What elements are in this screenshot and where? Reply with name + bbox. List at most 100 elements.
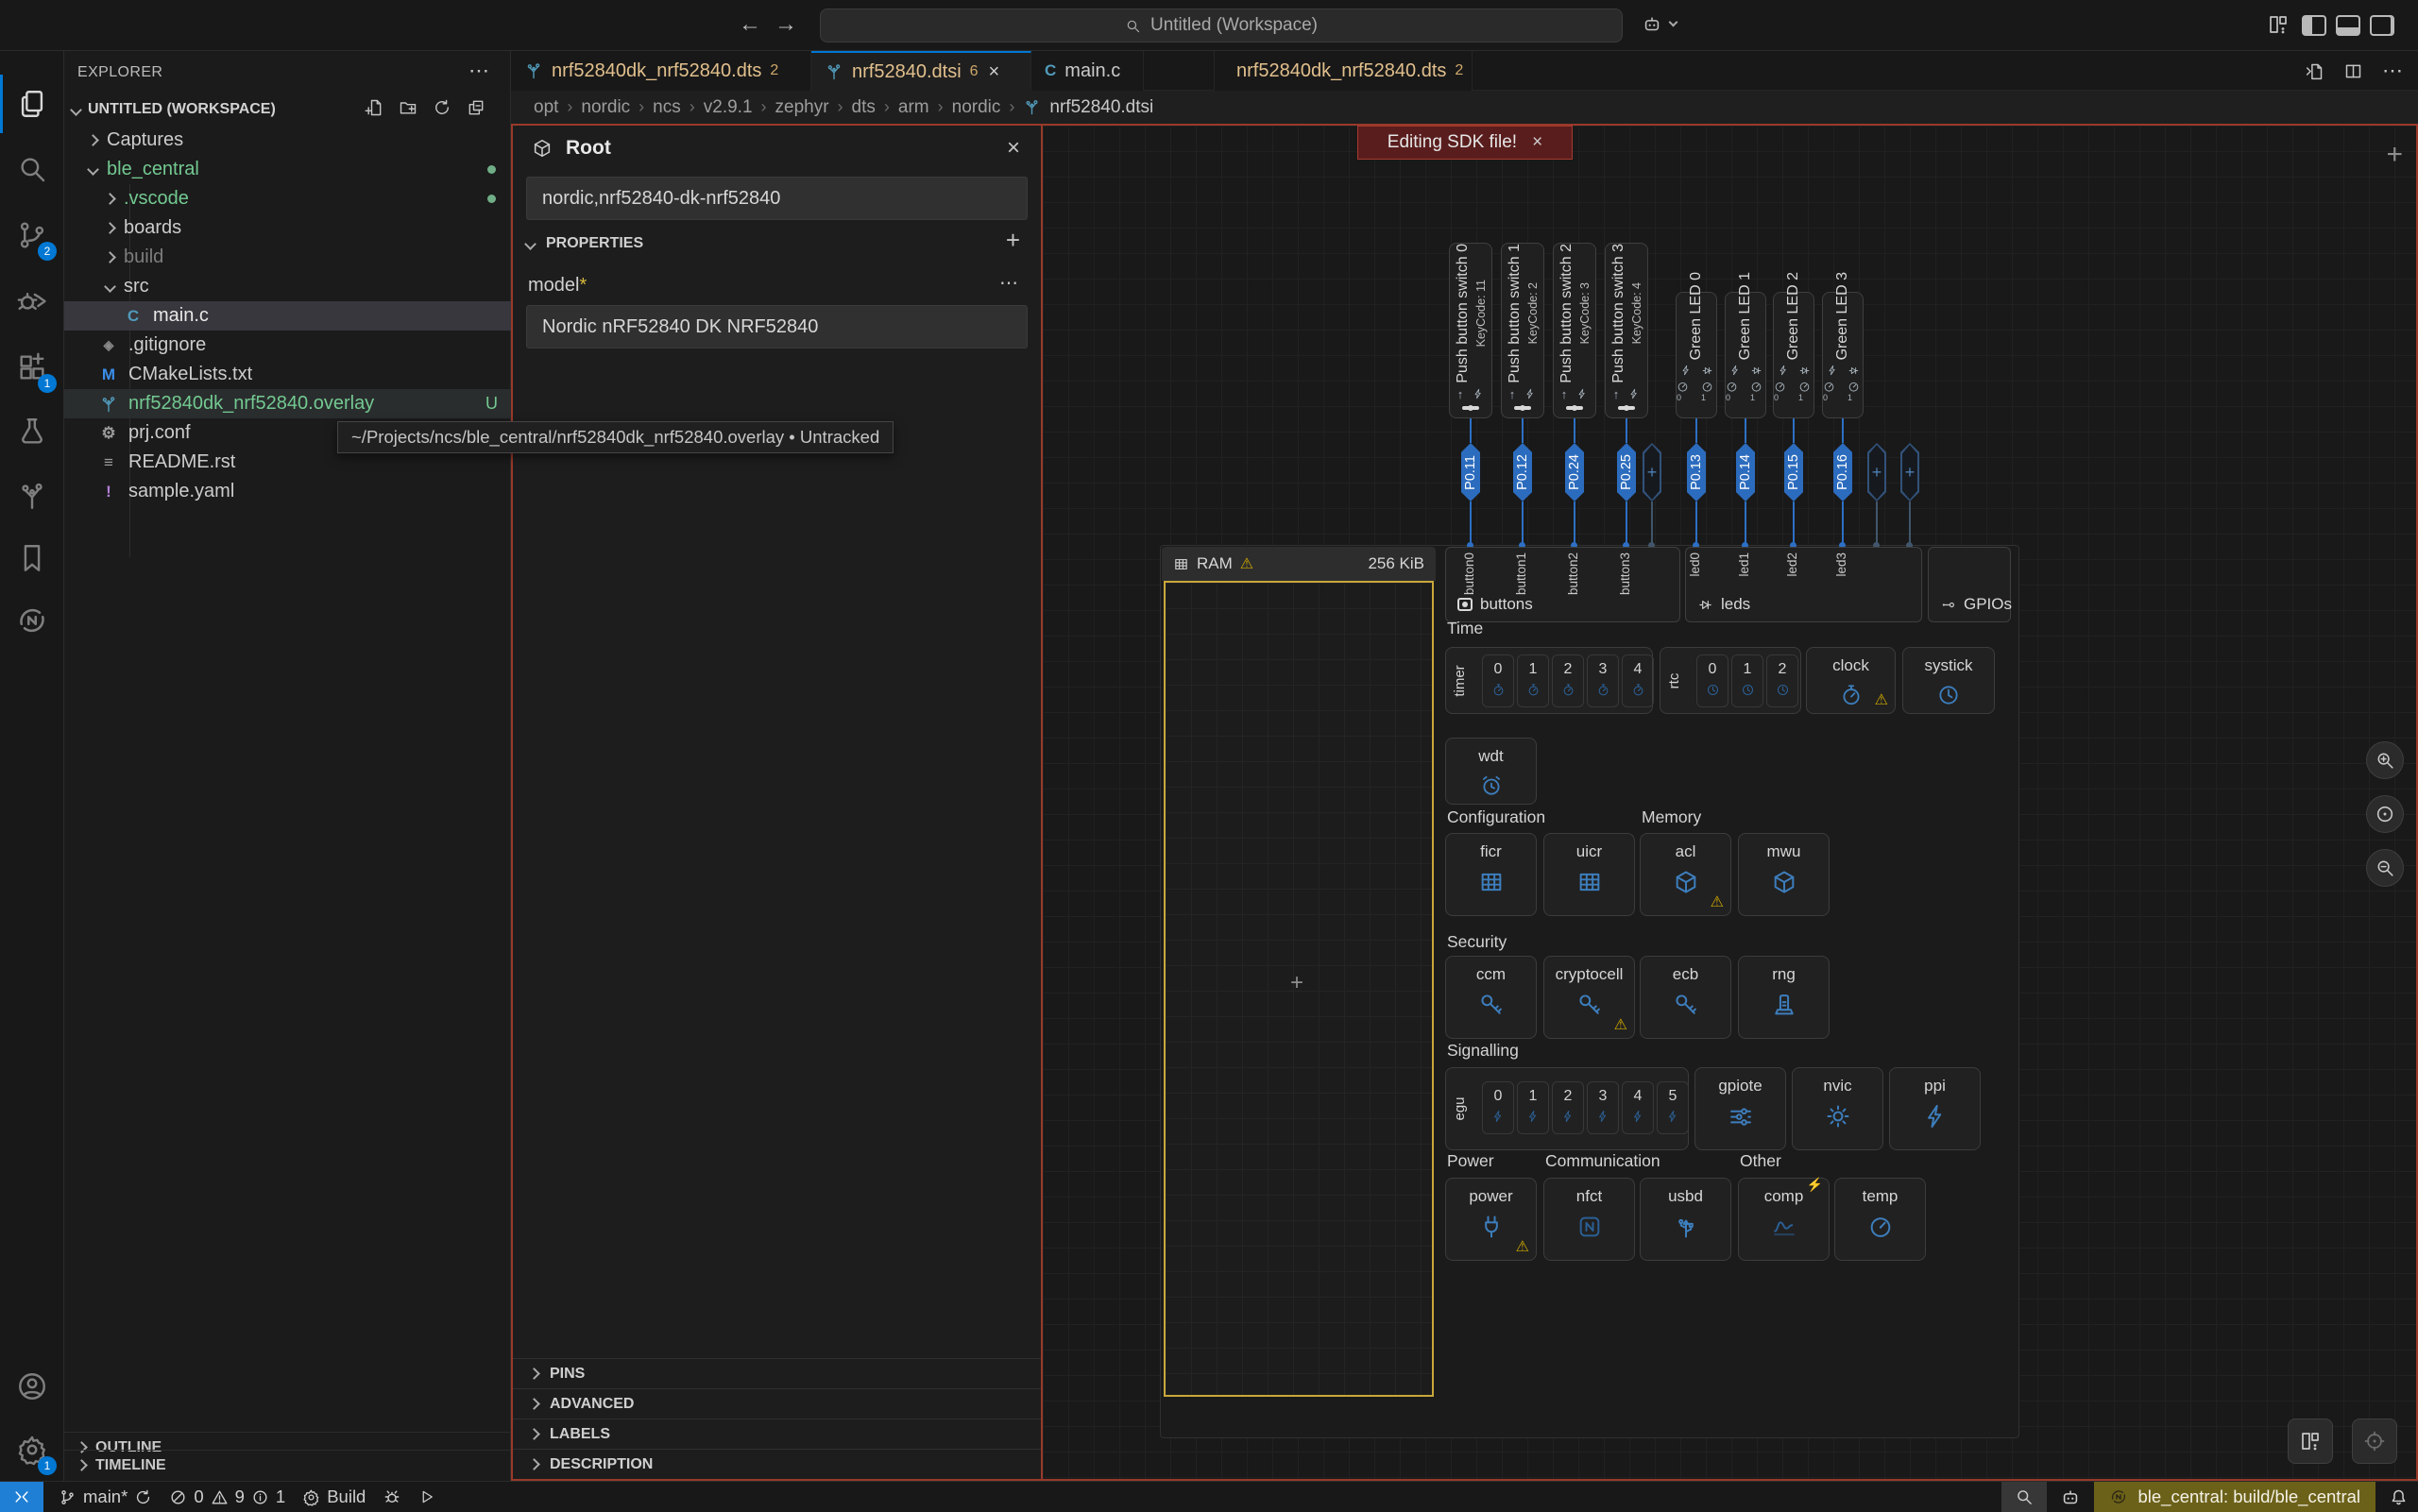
pin-p0-24[interactable]: P0.24: [1565, 443, 1584, 501]
timeline-section[interactable]: TIMELINE: [64, 1450, 510, 1480]
activity-devicetree[interactable]: [0, 467, 64, 525]
node-leds[interactable]: leds: [1685, 547, 1922, 622]
compatible-input[interactable]: nordic,nrf52840-dk-nrf52840: [526, 177, 1028, 220]
node-temp[interactable]: temp: [1834, 1178, 1926, 1261]
rtc-1[interactable]: 1: [1731, 654, 1763, 707]
toggle-secondary-sidebar-icon[interactable]: [2370, 15, 2394, 36]
tree-item-build[interactable]: build: [64, 243, 511, 272]
node-cryptocell[interactable]: cryptocell⚠: [1543, 956, 1635, 1039]
breadcrumb-item[interactable]: nordic: [952, 97, 1001, 118]
add-property-icon[interactable]: +: [1006, 226, 1020, 255]
node-push-button-3[interactable]: Push button switch 3KeyCode: 4 ↑: [1605, 243, 1648, 418]
node-egu-group[interactable]: egu 0 1 2 3 4 5: [1445, 1067, 1689, 1150]
properties-section-header[interactable]: PROPERTIES: [526, 235, 643, 252]
collapse-all-icon[interactable]: [467, 98, 485, 117]
node-green-led-0[interactable]: Green LED 0 01: [1676, 292, 1717, 418]
breadcrumb-item[interactable]: ncs: [653, 97, 681, 118]
node-rtc-group[interactable]: rtc 0 1 2: [1660, 647, 1801, 714]
tree-item-boards[interactable]: boards: [64, 213, 511, 243]
labels-section[interactable]: LABELS: [513, 1419, 1041, 1449]
ram-add-icon[interactable]: +: [1290, 970, 1303, 996]
pin-p0-13[interactable]: P0.13: [1687, 443, 1706, 501]
activity-explorer[interactable]: [0, 75, 64, 133]
copilot-chevron-icon[interactable]: [1670, 13, 1677, 30]
refresh-icon[interactable]: [433, 98, 451, 117]
nav-forward-icon[interactable]: →: [775, 11, 797, 38]
debug-status-button[interactable]: [383, 1487, 401, 1506]
notifications-bell[interactable]: [2389, 1487, 2409, 1508]
breadcrumb-file[interactable]: nrf52840.dtsi: [1049, 97, 1153, 118]
activity-bookmarks[interactable]: [0, 529, 64, 587]
node-systick[interactable]: systick: [1902, 647, 1995, 714]
node-power[interactable]: power⚠: [1445, 1178, 1537, 1261]
node-usbd[interactable]: usbd: [1640, 1178, 1731, 1261]
explorer-more-icon[interactable]: ⋯: [468, 59, 489, 83]
node-ppi[interactable]: ppi: [1889, 1067, 1981, 1150]
customize-layout-icon[interactable]: [2267, 13, 2290, 36]
close-icon[interactable]: ×: [989, 61, 1000, 83]
timer-3[interactable]: 3: [1587, 654, 1619, 707]
breadcrumb-item[interactable]: v2.9.1: [704, 97, 753, 118]
run-button[interactable]: [418, 1488, 435, 1505]
pin-p0-15[interactable]: P0.15: [1784, 443, 1803, 501]
copilot-icon[interactable]: [1642, 14, 1662, 35]
timer-4[interactable]: 4: [1622, 654, 1654, 707]
activity-run-debug[interactable]: [0, 272, 64, 331]
tree-item-gitignore[interactable]: ◈ .gitignore: [64, 331, 511, 360]
node-wdt[interactable]: wdt: [1445, 738, 1537, 805]
layout-toggle-button[interactable]: [2288, 1419, 2333, 1464]
node-nvic[interactable]: nvic: [1792, 1067, 1883, 1150]
center-view-button[interactable]: [2352, 1419, 2397, 1464]
node-rng[interactable]: rng: [1738, 956, 1830, 1039]
copilot-status[interactable]: [2060, 1486, 2081, 1507]
pin-p0-12[interactable]: P0.12: [1513, 443, 1532, 501]
build-config-button[interactable]: ble_central: build/ble_central: [2094, 1482, 2375, 1512]
egu-5[interactable]: 5: [1657, 1081, 1689, 1134]
pin-p0-11[interactable]: P0.11: [1461, 443, 1480, 501]
node-clock[interactable]: clock ⚠: [1806, 647, 1896, 714]
zoom-out-button[interactable]: [2366, 849, 2404, 887]
egu-4[interactable]: 4: [1622, 1081, 1654, 1134]
node-green-led-2[interactable]: Green LED 2 01: [1773, 292, 1814, 418]
pin-empty[interactable]: +: [1900, 443, 1919, 501]
remote-indicator[interactable]: [0, 1482, 43, 1512]
description-section[interactable]: DESCRIPTION: [513, 1449, 1041, 1479]
breadcrumb-item[interactable]: dts: [852, 97, 876, 118]
node-green-led-1[interactable]: Green LED 1 01: [1725, 292, 1766, 418]
activity-accounts[interactable]: [0, 1357, 64, 1416]
breadcrumb-item[interactable]: opt: [534, 97, 558, 118]
tab-nrf52840dk-dts-2[interactable]: nrf52840dk_nrf52840.dts 2: [1214, 51, 1473, 91]
breadcrumb-item[interactable]: zephyr: [775, 97, 829, 118]
tree-item-src[interactable]: src: [64, 272, 511, 301]
node-ficr[interactable]: ficr: [1445, 833, 1537, 916]
activity-nrf-connect[interactable]: [0, 591, 64, 650]
timer-0[interactable]: 0: [1482, 654, 1514, 707]
egu-3[interactable]: 3: [1587, 1081, 1619, 1134]
tab-nrf52840dk-dts-1[interactable]: nrf52840dk_nrf52840.dts 2: [511, 51, 811, 91]
nav-back-icon[interactable]: ←: [739, 11, 761, 38]
pin-p0-14[interactable]: P0.14: [1736, 443, 1755, 501]
activity-testing[interactable]: [0, 402, 64, 461]
node-acl[interactable]: acl⚠: [1640, 833, 1731, 916]
pin-empty[interactable]: +: [1867, 443, 1886, 501]
status-search-button[interactable]: [2001, 1482, 2047, 1512]
open-changes-icon[interactable]: [2305, 61, 2324, 81]
node-push-button-0[interactable]: Push button switch 0KeyCode: 11 ↑: [1449, 243, 1492, 418]
problems-status[interactable]: 0 9 1: [169, 1487, 285, 1507]
pin-p0-25[interactable]: P0.25: [1617, 443, 1636, 501]
tab-nrf52840-dtsi[interactable]: nrf52840.dtsi 6 ×: [811, 51, 1031, 91]
activity-extensions[interactable]: 1: [0, 338, 64, 397]
pin-empty[interactable]: +: [1643, 443, 1661, 501]
zoom-reset-button[interactable]: [2366, 795, 2404, 833]
egu-2[interactable]: 2: [1552, 1081, 1584, 1134]
tab-main-c[interactable]: C main.c: [1031, 51, 1144, 91]
close-icon[interactable]: ×: [1532, 132, 1542, 153]
node-gpios[interactable]: GPIOs: [1928, 547, 2011, 622]
activity-settings[interactable]: 1: [0, 1420, 64, 1479]
new-folder-icon[interactable]: [399, 98, 417, 117]
node-gpiote[interactable]: gpiote: [1694, 1067, 1786, 1150]
activity-search[interactable]: [0, 140, 64, 198]
node-green-led-3[interactable]: Green LED 3 01: [1822, 292, 1864, 418]
rtc-2[interactable]: 2: [1766, 654, 1798, 707]
devicetree-canvas[interactable]: Editing SDK file! × + RAM ⚠ 256 KiB + P: [1043, 126, 2416, 1479]
